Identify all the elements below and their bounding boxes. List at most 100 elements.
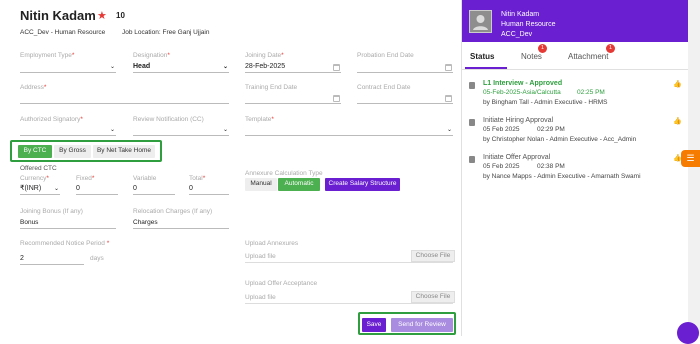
annexure-calc-label: Annexure Calculation Type	[245, 170, 323, 177]
currency-select[interactable]: ₹(INR) ⌄	[20, 183, 60, 195]
status-title: Initiate Hiring Approval	[483, 117, 554, 124]
offer-form-panel: Nitin Kadam ★ 10 ACC_Dev - Human Resourc…	[0, 0, 461, 336]
calendar-icon[interactable]	[333, 95, 340, 102]
create-salary-structure-button[interactable]: Create Salary Structure	[325, 178, 400, 191]
status-time: 02:25 PM	[577, 89, 605, 96]
designation-label: Designation*	[133, 52, 170, 59]
profile-org: ACC_Dev	[501, 31, 533, 38]
profile-header	[462, 0, 689, 42]
status-item: L1 Interview - Approved 05-Feb-2025-Asia…	[469, 80, 684, 110]
variable-input[interactable]: 0	[133, 183, 175, 195]
candidate-company: ACC_Dev - Human Resource	[20, 29, 106, 36]
tab-by-gross[interactable]: By Gross	[54, 145, 91, 158]
tab-attachment[interactable]: Attachment	[568, 52, 608, 61]
chevron-down-icon: ⌄	[53, 186, 59, 192]
total-input: 0	[189, 183, 229, 195]
contract-end-date-input[interactable]	[357, 92, 453, 104]
star-icon[interactable]: ★	[97, 9, 107, 22]
tab-status[interactable]: Status	[470, 52, 494, 61]
attachment-badge: 1	[606, 44, 615, 53]
employment-type-label: Employment Type*	[20, 52, 75, 59]
variable-label: Variable	[133, 175, 157, 182]
status-by: by Nance Mapps - Admin Executive - Amarn…	[483, 173, 641, 180]
choose-file-annexures-button[interactable]: Choose File	[411, 250, 455, 262]
template-select[interactable]: ⌄	[245, 124, 453, 136]
total-label: Total*	[189, 175, 206, 182]
status-time: 02:29 PM	[537, 126, 565, 133]
relocation-charges-label: Relocation Charges (If any)	[133, 208, 213, 215]
help-bubble-icon[interactable]	[677, 322, 699, 344]
send-for-review-button[interactable]: Send for Review	[391, 318, 453, 332]
authorized-signatory-select[interactable]: ⌄	[20, 124, 116, 136]
automatic-button[interactable]: Automatic	[278, 178, 320, 191]
save-button[interactable]: Save	[362, 318, 386, 332]
currency-label: Currency*	[20, 175, 49, 182]
review-notification-select[interactable]: ⌄	[133, 124, 229, 136]
upload-offer-acceptance-label: Upload Offer Acceptance	[245, 280, 318, 287]
notice-period-label: Recommended Notice Period *	[20, 240, 110, 247]
status-by: by Bingham Tall - Admin Executive - HRMS	[483, 99, 608, 106]
thumbs-up-icon: 👍	[673, 118, 682, 125]
choose-file-offer-button[interactable]: Choose File	[411, 291, 455, 303]
candidate-score: 10	[116, 11, 125, 20]
upload-annexures-label: Upload Annexures	[245, 240, 299, 247]
document-icon	[469, 156, 475, 163]
joining-bonus-input[interactable]: Bonus	[20, 217, 116, 229]
profile-department: Human Resource	[501, 21, 556, 28]
avatar	[469, 10, 492, 33]
status-date: 05 Feb 2025	[483, 126, 520, 133]
template-label: Template*	[245, 116, 274, 123]
address-label: Address*	[20, 84, 47, 91]
document-icon	[469, 119, 475, 126]
document-icon	[469, 82, 475, 89]
probation-end-date-label: Probation End Date	[357, 52, 414, 59]
tab-by-net-take-home[interactable]: By Net Take Home	[93, 145, 155, 158]
status-date: 05-Feb-2025-Asia/Calcutta	[483, 89, 561, 96]
thumbs-up-icon: 👍	[673, 81, 682, 88]
chevron-down-icon: ⌄	[446, 127, 452, 133]
designation-select[interactable]: Head ⌄	[133, 61, 229, 73]
chevron-down-icon: ⌄	[222, 64, 228, 70]
status-item: Initiate Offer Approval 05 Feb 2025 02:3…	[469, 154, 684, 184]
training-end-date-label: Training End Date	[245, 84, 298, 91]
notice-period-unit: days	[90, 255, 104, 262]
status-item: Initiate Hiring Approval 05 Feb 2025 02:…	[469, 117, 684, 147]
calendar-icon[interactable]	[333, 64, 340, 71]
calendar-icon[interactable]	[445, 64, 452, 71]
joining-bonus-label: Joining Bonus (If any)	[20, 208, 83, 215]
status-title: L1 Interview - Approved	[483, 80, 563, 87]
user-icon	[473, 15, 488, 30]
notes-badge: 1	[538, 44, 547, 53]
joining-date-input[interactable]: 28-Feb-2025	[245, 61, 341, 73]
probation-end-date-input[interactable]	[357, 61, 453, 73]
profile-name: Nitin Kadam	[501, 11, 540, 18]
chevron-down-icon: ⌄	[109, 127, 115, 133]
candidate-side-panel: Nitin Kadam Human Resource ACC_Dev Statu…	[461, 0, 689, 336]
candidate-name: Nitin Kadam	[20, 8, 96, 23]
chat-widget-icon[interactable]: ☰	[681, 150, 700, 167]
chevron-down-icon: ⌄	[222, 127, 228, 133]
chevron-down-icon: ⌄	[109, 64, 115, 70]
fixed-label: Fixed*	[76, 175, 95, 182]
training-end-date-input[interactable]	[245, 92, 341, 104]
joining-date-label: Joining Date*	[245, 52, 284, 59]
offered-ctc-label: Offered CTC	[20, 165, 57, 172]
authorized-signatory-label: Authorized Signatory*	[20, 116, 83, 123]
status-time: 02:38 PM	[537, 163, 565, 170]
status-by: by Christopher Nolan - Admin Executive -…	[483, 136, 637, 143]
relocation-charges-input[interactable]: Charges	[133, 217, 229, 229]
fixed-input[interactable]: 0	[76, 183, 118, 195]
job-location: Job Location: Free Ganj Ujjain	[122, 29, 210, 36]
contract-end-date-label: Contract End Date	[357, 84, 411, 91]
employment-type-select[interactable]: ⌄	[20, 61, 116, 73]
tab-by-ctc[interactable]: By CTC	[18, 145, 52, 158]
tabs-divider	[462, 69, 689, 70]
scrollbar[interactable]	[688, 0, 700, 336]
address-input[interactable]	[20, 92, 229, 104]
manual-button[interactable]: Manual	[245, 178, 277, 191]
notice-period-input[interactable]: 2	[20, 253, 84, 265]
tab-notes[interactable]: Notes	[521, 52, 542, 61]
calendar-icon[interactable]	[445, 95, 452, 102]
review-notification-label: Review Notification (CC)	[133, 116, 204, 123]
status-title: Initiate Offer Approval	[483, 154, 551, 161]
